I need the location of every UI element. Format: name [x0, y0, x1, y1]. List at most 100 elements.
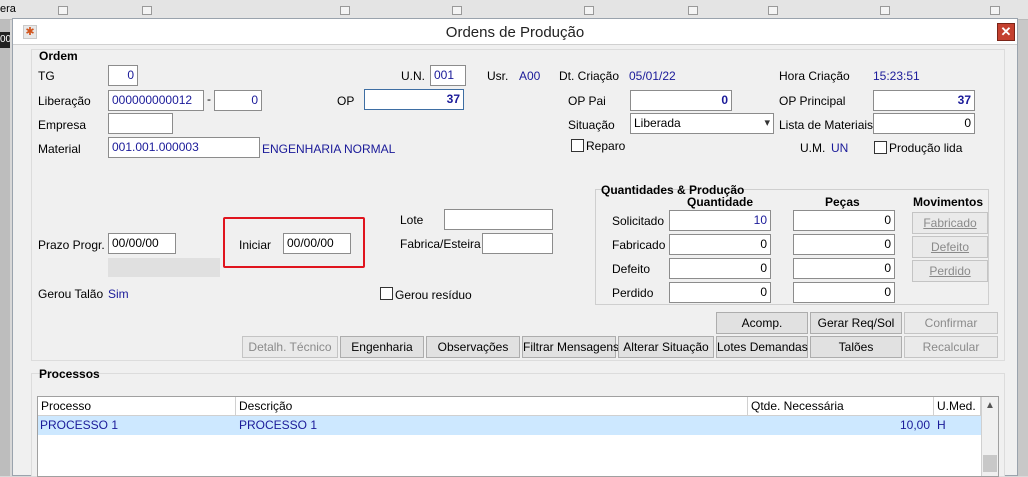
- background-cell: [688, 6, 698, 15]
- descricao-cell: PROCESSO 1: [239, 418, 318, 432]
- defeito-pecas-field[interactable]: 0: [793, 258, 895, 279]
- umed-cell: H: [937, 418, 946, 432]
- material-label: Material: [38, 142, 81, 156]
- scroll-thumb[interactable]: [983, 455, 997, 472]
- readonly-strip: [108, 258, 220, 277]
- fabrica-esteira-field[interactable]: [482, 233, 553, 254]
- table-row[interactable]: PROCESSO 1 PROCESSO 1 10,00 H: [38, 416, 981, 435]
- perdido-quantidade-field[interactable]: 0: [669, 282, 771, 303]
- filtrar-mensagens-button[interactable]: Filtrar Mensagens: [522, 336, 619, 358]
- processos-group-label: Processos: [39, 367, 100, 381]
- background-cell: [880, 6, 890, 15]
- material-description: ENGENHARIA NORMAL: [262, 142, 396, 156]
- lote-field[interactable]: [444, 209, 553, 230]
- dt-criacao-value: 05/01/22: [629, 69, 676, 83]
- op-pai-label: OP Pai: [568, 94, 606, 108]
- detalh-tecnico-button[interactable]: Detalh. Técnico: [242, 336, 338, 358]
- fabricado-quantidade-field[interactable]: 0: [669, 234, 771, 255]
- perdido-pecas-field[interactable]: 0: [793, 282, 895, 303]
- background-cell: [452, 6, 462, 15]
- lote-label: Lote: [400, 213, 424, 227]
- iniciar-label: Iniciar: [239, 238, 272, 252]
- op-label: OP: [337, 94, 355, 108]
- situacao-label: Situação: [568, 118, 615, 132]
- liberacao-field[interactable]: 000000000012: [108, 90, 204, 111]
- usr-value: A00: [519, 69, 541, 83]
- background-cell: [58, 6, 68, 15]
- producao-lida-label: Produção lida: [889, 141, 963, 155]
- solicitado-label: Solicitado: [612, 214, 665, 228]
- solicitado-quantidade-field[interactable]: 10: [669, 210, 771, 231]
- um-label: U.M.: [800, 141, 826, 155]
- col-umed-header[interactable]: U.Med.: [934, 397, 981, 415]
- engenharia-button[interactable]: Engenharia: [340, 336, 424, 358]
- confirmar-button[interactable]: Confirmar: [904, 312, 998, 334]
- processos-grid: Processo Descrição Qtde. Necessária U.Me…: [37, 396, 999, 477]
- iniciar-field[interactable]: 00/00/00: [283, 233, 351, 254]
- op-principal-field[interactable]: 37: [873, 90, 975, 111]
- dt-criacao-label: Dt. Criação: [559, 69, 620, 83]
- situacao-value: Liberada: [634, 116, 681, 130]
- gerar-req-sol-button[interactable]: Gerar Req/Sol: [810, 312, 902, 334]
- gerou-residuo-label: Gerou resíduo: [395, 288, 472, 302]
- acomp-button[interactable]: Acomp.: [716, 312, 808, 334]
- situacao-select[interactable]: Liberada ▾: [630, 113, 774, 134]
- ordens-producao-window: Ordens de Produção ✱ ✕ Ordem TG 0 U.N. 0…: [12, 18, 1018, 477]
- col-pecas-header: Peças: [825, 195, 860, 209]
- op-principal-label: OP Principal: [779, 94, 846, 108]
- background-left-edge: 00: [0, 20, 10, 476]
- lista-materiais-field[interactable]: 0: [873, 113, 975, 134]
- grid-scrollbar[interactable]: ▲: [981, 397, 998, 476]
- solicitado-pecas-field[interactable]: 0: [793, 210, 895, 231]
- liberacao-label: Liberação: [38, 94, 91, 108]
- prazo-progr-field[interactable]: 00/00/00: [108, 233, 176, 254]
- gerou-talao-label: Gerou Talão: [38, 287, 104, 301]
- reparo-label: Reparo: [586, 139, 626, 153]
- gerou-talao-value: Sim: [108, 287, 129, 301]
- title-bar[interactable]: Ordens de Produção ✱ ✕: [13, 19, 1017, 45]
- recalcular-button[interactable]: Recalcular: [904, 336, 998, 358]
- close-icon[interactable]: ✕: [997, 23, 1015, 41]
- scroll-up-icon[interactable]: ▲: [982, 397, 998, 415]
- background-cell: [990, 6, 1000, 15]
- background-cell: [142, 6, 152, 15]
- window-title: Ordens de Produção: [445, 24, 585, 41]
- fabricado-pecas-field[interactable]: 0: [793, 234, 895, 255]
- taloes-button[interactable]: Talões: [810, 336, 902, 358]
- alterar-situacao-button[interactable]: Alterar Situação: [618, 336, 714, 358]
- qtde-cell: 10,00: [899, 418, 930, 432]
- fabricado-movimento-button[interactable]: Fabricado: [912, 212, 988, 234]
- hora-criacao-value: 15:23:51: [873, 69, 920, 83]
- liberacao-separator: -: [207, 92, 211, 106]
- empresa-field[interactable]: [108, 113, 173, 134]
- liberacao-seq-field[interactable]: 0: [214, 90, 262, 111]
- col-processo-header[interactable]: Processo: [38, 397, 236, 415]
- background-right-edge: [1018, 20, 1028, 476]
- empresa-label: Empresa: [38, 118, 87, 132]
- defeito-quantidade-field[interactable]: 0: [669, 258, 771, 279]
- background-fragment: era: [0, 3, 16, 15]
- op-pai-field[interactable]: 0: [630, 90, 732, 111]
- perdido-movimento-button[interactable]: Perdido: [912, 260, 988, 282]
- col-descricao-header[interactable]: Descrição: [236, 397, 748, 415]
- prazo-progr-label: Prazo Progr.: [38, 238, 105, 252]
- gerou-residuo-checkbox[interactable]: [380, 287, 393, 300]
- observacoes-button[interactable]: Observações: [426, 336, 520, 358]
- defeito-movimento-button[interactable]: Defeito: [912, 236, 988, 258]
- grid-header: Processo Descrição Qtde. Necessária U.Me…: [38, 397, 981, 416]
- background-cell: [340, 6, 350, 15]
- op-field[interactable]: 37: [364, 89, 464, 110]
- tg-field[interactable]: 0: [108, 65, 138, 86]
- app-logo-icon: ✱: [23, 25, 37, 39]
- tg-label: TG: [38, 69, 55, 83]
- un-field[interactable]: 001: [430, 65, 466, 86]
- producao-lida-checkbox[interactable]: [874, 141, 887, 154]
- processo-cell: PROCESSO 1: [40, 418, 119, 432]
- col-qtde-header[interactable]: Qtde. Necessária: [748, 397, 934, 415]
- lotes-demandas-button[interactable]: Lotes Demandas: [716, 336, 808, 358]
- material-code-field[interactable]: 001.001.000003: [108, 137, 260, 158]
- reparo-checkbox[interactable]: [571, 139, 584, 152]
- lista-materiais-label: Lista de Materiais: [779, 118, 874, 132]
- usr-label: Usr.: [487, 69, 509, 83]
- chevron-down-icon[interactable]: ▾: [764, 114, 770, 133]
